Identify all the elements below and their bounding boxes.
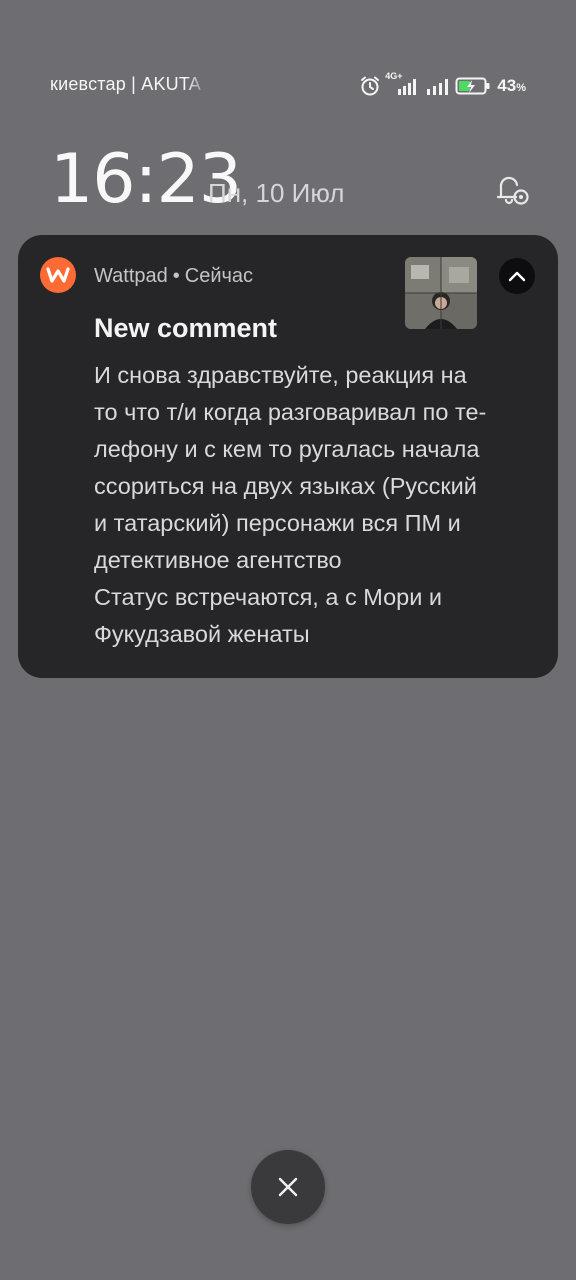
signal-icon bbox=[427, 79, 449, 95]
body-line: ссориться на двух языках (Русский bbox=[94, 473, 477, 499]
body-line: Статус встречаются, а с Мори и bbox=[94, 584, 443, 610]
app-name: Wattpad bbox=[94, 265, 168, 287]
header-separator: • bbox=[172, 265, 180, 287]
notification-settings-icon[interactable] bbox=[492, 170, 530, 208]
body-line: и татарский) персонажи вся ПМ и bbox=[94, 510, 461, 536]
notification-body: И снова здравствуйте, реакция на то что … bbox=[94, 357, 544, 653]
status-bar: киевстар | AKUTA 4G+ 43% bbox=[0, 70, 576, 102]
body-line: Фукудзавой женаты bbox=[94, 621, 310, 647]
notification-title: New comment bbox=[94, 313, 278, 343]
notification-card[interactable]: Wattpad • Сейчас New comment И снова здрав… bbox=[18, 235, 558, 678]
body-line: лефону и с кем то ругалась начала bbox=[94, 436, 480, 462]
notification-time: Сейчас bbox=[184, 265, 254, 287]
battery-charging-icon bbox=[455, 77, 490, 95]
clock-date: Пн, 10 Июл bbox=[208, 178, 345, 208]
chevron-up-icon bbox=[508, 271, 526, 282]
collapse-button[interactable] bbox=[499, 258, 535, 294]
clear-notifications-button[interactable] bbox=[251, 1150, 325, 1224]
notification-header: Wattpad • Сейчас bbox=[94, 265, 253, 288]
close-icon bbox=[278, 1177, 298, 1197]
body-line: И снова здравствуйте, реакция на bbox=[94, 362, 467, 388]
body-line: детективное агентство bbox=[94, 547, 342, 573]
wattpad-logo-icon bbox=[40, 257, 76, 293]
body-line: то что т/и когда разговаривал по те- bbox=[94, 399, 487, 425]
signal-4g-icon: 4G+ bbox=[385, 71, 421, 98]
lockscreen-clock-row: 16:23 Пн, 10 Июл bbox=[50, 140, 530, 220]
status-icons: 4G+ 43% bbox=[359, 71, 526, 100]
alarm-icon bbox=[361, 76, 380, 96]
notification-thumbnail bbox=[405, 257, 477, 329]
carrier-name: киевстар | AKUTA bbox=[50, 74, 201, 94]
battery-percent: 43% bbox=[497, 76, 526, 95]
